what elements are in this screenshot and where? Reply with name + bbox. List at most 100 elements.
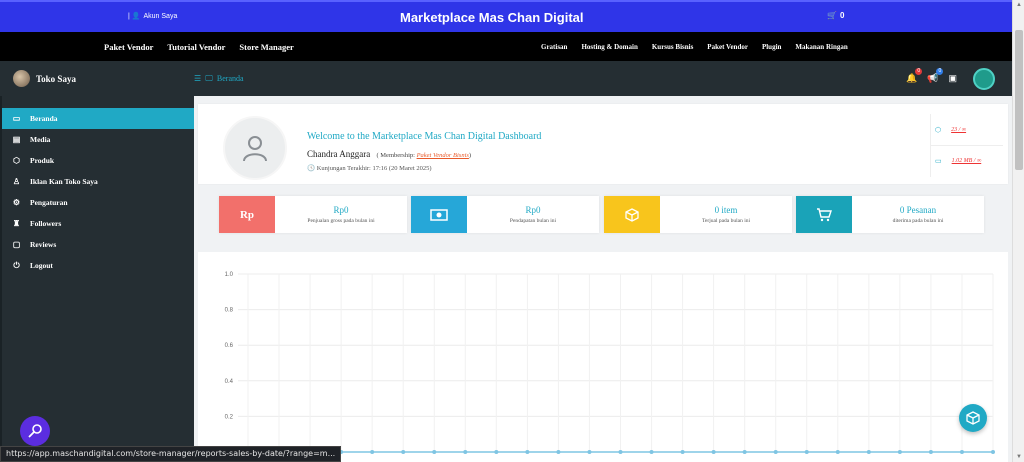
sidebar-item-produk[interactable]: ⬡ Produk [2, 150, 194, 171]
card-label: Terjual pada bulan ini [701, 218, 751, 224]
sidebar-item-label: Logout [30, 261, 53, 270]
help-button[interactable] [20, 416, 50, 446]
nav-gratisan[interactable]: Gratisan [541, 43, 567, 51]
card-value: Rp0 [525, 205, 541, 215]
nav-makanan-ringan[interactable]: Makanan Ringan [795, 43, 847, 51]
store-logo [13, 70, 30, 87]
cube-icon: ⬡ [935, 125, 942, 134]
nav-store-manager[interactable]: Store Manager [239, 42, 293, 52]
data-point [494, 450, 499, 454]
card-label: diterima pada bulan ini [892, 218, 944, 224]
nav-hosting-domain[interactable]: Hosting & Domain [581, 43, 637, 51]
data-point [991, 450, 995, 454]
card-orders[interactable]: 0 Pesanan diterima pada bulan ini [796, 196, 984, 233]
sidebar-item-label: Followers [30, 219, 62, 228]
data-point [711, 450, 716, 454]
card-earnings[interactable]: Rp0 Pendapatan bulan ini [411, 196, 599, 233]
space-limit-value: 1.02 MB / ∞ [951, 158, 982, 164]
product-limit-value: 23 / ∞ [951, 126, 967, 133]
card-label: Pendapatan bulan ini [509, 218, 557, 224]
y-tick-label: 0.4 [225, 379, 234, 385]
nav-tutorial-vendor[interactable]: Tutorial Vendor [167, 42, 225, 52]
nav-paket-vendor[interactable]: Paket Vendor [104, 42, 153, 52]
notif-badge: 0 [915, 68, 923, 75]
sidebar-item-iklan[interactable]: ♙ Iklan Kan Toko Saya [2, 171, 194, 192]
power-icon: ⏻ [13, 260, 20, 270]
cart-link[interactable]: 🛒 0 [827, 11, 844, 20]
membership-link[interactable]: Paket Vendor Bisnis [417, 152, 469, 159]
last-visit-text: Kunjungan Terakhir: 17:16 (20 Maret 2025… [316, 165, 432, 172]
sidebar-item-followers[interactable]: ♜ Followers [2, 213, 194, 234]
nav-paket-vendor-2[interactable]: Paket Vendor [707, 43, 748, 51]
money-icon [411, 196, 467, 233]
card-value: Rp0 [333, 205, 349, 215]
search-help-icon [28, 424, 42, 438]
nav-plugin[interactable]: Plugin [762, 43, 781, 51]
data-point [556, 450, 561, 454]
user-avatar[interactable] [973, 68, 995, 90]
space-limit: ▭ 1.02 MB / ∞ [931, 145, 1003, 176]
gears-icon: ⚙ [12, 198, 21, 207]
drive-icon: ▭ [935, 157, 942, 165]
data-point [959, 450, 964, 454]
vendor-name-line: Chandra Anggara ( Membership: Paket Vend… [307, 149, 471, 159]
membership-prefix: ( Membership: [376, 152, 415, 159]
card-label: Penjualan gross pada bulan ini [307, 218, 375, 224]
data-point [432, 450, 437, 454]
product-limit: ⬡ 23 / ∞ [931, 114, 1003, 145]
data-point [928, 450, 933, 454]
data-point [742, 450, 747, 454]
store-header: Toko Saya ☰ 🖵 Beranda 🔔 0 📢 0 ▣ [0, 61, 1012, 96]
card-items-sold[interactable]: 0 item Terjual pada bulan ini [604, 196, 792, 233]
card-gross-sales[interactable]: Rp Rp0 Penjualan gross pada bulan ini [219, 196, 407, 233]
sidebar-item-label: Produk [30, 156, 55, 165]
bell-icon[interactable]: 🔔 0 [906, 68, 923, 84]
usage-stats: ⬡ 23 / ∞ ▭ 1.02 MB / ∞ [930, 114, 1003, 177]
sidebar-item-label: Pengaturan [30, 198, 68, 207]
link-status-bar: https://app.maschandigital.com/store-man… [0, 446, 342, 462]
sidebar-item-logout[interactable]: ⏻ Logout [2, 255, 194, 276]
account-label: Akun Saya [143, 12, 178, 20]
scroll-down-icon[interactable]: ▼ [1016, 454, 1022, 460]
membership-suffix: ) [468, 152, 472, 159]
banknote-icon [430, 208, 448, 221]
quick-add-button[interactable] [959, 404, 987, 432]
site-brand[interactable]: Marketplace Mas Chan Digital [400, 10, 584, 25]
clock-icon: 🕓 [307, 165, 316, 172]
card-value: 0 item [714, 205, 738, 215]
scroll-up-icon[interactable]: ▲ [1016, 2, 1022, 8]
data-point [773, 450, 778, 454]
book-icon[interactable]: ▣ [948, 73, 957, 84]
data-point [804, 450, 809, 454]
menu-toggle-icon[interactable]: ☰ [194, 74, 201, 84]
nav-kursus-bisnis[interactable]: Kursus Bisnis [652, 43, 693, 51]
membership-info: ( Membership: Paket Vendor Bisnis) [376, 152, 471, 159]
summary-cards: Rp Rp0 Penjualan gross pada bulan ini Rp0… [219, 196, 984, 233]
profile-avatar [223, 116, 287, 180]
user-icon: | 👤 [128, 13, 141, 20]
user-placeholder-icon [243, 136, 267, 162]
cube-icon [604, 196, 660, 233]
welcome-title: Welcome to the Marketplace Mas Chan Digi… [307, 131, 542, 142]
scrollbar-thumb[interactable] [1015, 30, 1023, 170]
data-point [835, 450, 840, 454]
account-link[interactable]: | 👤 Akun Saya [128, 12, 178, 21]
sales-chart: 1.0 0.8 0.6 0.4 0.2 [198, 252, 1008, 462]
sidebar-item-media[interactable]: ▤ Media [2, 129, 194, 150]
sidebar-item-reviews[interactable]: ▢ Reviews [2, 234, 194, 255]
monitor-icon: 🖵 [205, 74, 213, 83]
rupiah-icon: Rp [219, 196, 275, 233]
sidebar-item-label: Reviews [30, 240, 57, 249]
breadcrumb[interactable]: ☰ 🖵 Beranda [194, 74, 244, 84]
megaphone-icon[interactable]: 📢 0 [927, 68, 944, 84]
cart-icon [796, 196, 852, 233]
page-scrollbar[interactable]: ▲ ▼ [1012, 0, 1024, 462]
cube-icon [966, 411, 980, 425]
breadcrumb-label: Beranda [216, 74, 244, 83]
data-point [370, 450, 375, 454]
store-title[interactable]: Toko Saya [13, 70, 76, 87]
sidebar-item-beranda[interactable]: ▭ Beranda [2, 108, 194, 129]
data-point [587, 450, 592, 454]
sidebar-item-pengaturan[interactable]: ⚙ Pengaturan [2, 192, 194, 213]
sidebar: ▭ Beranda ▤ Media ⬡ Produk ♙ Iklan Kan Toko … [0, 96, 194, 462]
